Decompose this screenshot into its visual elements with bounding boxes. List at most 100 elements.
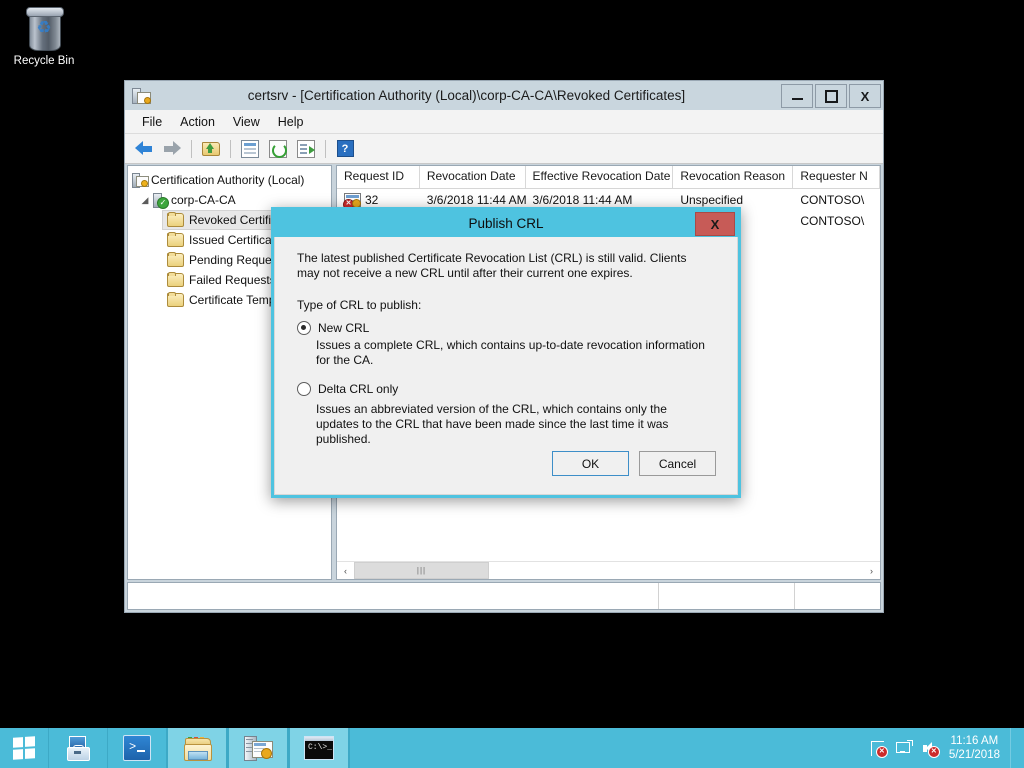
column-header-revocation-date[interactable]: Revocation Date	[420, 166, 526, 188]
forward-icon	[163, 141, 181, 156]
cell-revocation-date: 3/6/2018 11:44 AM	[426, 192, 526, 207]
taskbar: > C:\>_ ✕ ✕ 11:16 AM 5/21/2018	[0, 728, 1024, 768]
scroll-right-icon[interactable]: ›	[863, 562, 880, 579]
cell-request-id: ✕ 32	[337, 192, 420, 207]
forward-button[interactable]	[159, 137, 185, 161]
dialog-message: The latest published Certificate Revocat…	[297, 251, 687, 280]
radio-new-crl-label: New CRL	[318, 321, 370, 335]
ok-button[interactable]: OK	[552, 451, 629, 476]
close-icon: X	[710, 216, 720, 232]
recycle-bin-icon: ♻	[22, 6, 66, 52]
toolbar: ?	[125, 134, 883, 164]
dialog-title: Publish CRL	[468, 216, 544, 231]
volume-muted-icon[interactable]: ✕	[922, 740, 940, 758]
powershell-icon: >	[123, 735, 151, 761]
show-desktop-button[interactable]	[1010, 728, 1018, 768]
export-list-icon	[297, 139, 315, 158]
dialog-close-button[interactable]: X	[695, 212, 735, 236]
recycle-bin-label: Recycle Bin	[13, 55, 75, 67]
tree-item-label: Certification Authority (Local)	[151, 173, 305, 187]
taskbar-clock[interactable]: 11:16 AM 5/21/2018	[949, 734, 1000, 762]
column-header-effective-revocation-date[interactable]: Effective Revocation Date	[526, 166, 674, 188]
menu-view[interactable]: View	[224, 112, 269, 132]
status-pane-1	[128, 583, 659, 609]
menu-file[interactable]: File	[133, 112, 171, 132]
back-icon	[135, 141, 153, 156]
properties-button[interactable]	[237, 137, 263, 161]
scrollbar-thumb[interactable]: |||	[354, 562, 489, 579]
start-button[interactable]	[0, 728, 48, 768]
column-header-revocation-reason[interactable]: Revocation Reason	[673, 166, 794, 188]
screen: ♻ Recycle Bin certsrv - [Certification A…	[0, 0, 1024, 768]
radio-new-crl[interactable]: New CRL	[297, 321, 715, 335]
certification-authority-icon	[244, 736, 273, 761]
cell-requester-name: CONTOSO\	[800, 192, 865, 207]
taskbar-powershell[interactable]: >	[108, 728, 166, 768]
revoked-certificate-icon: ✕	[343, 192, 361, 207]
cancel-button[interactable]: Cancel	[639, 451, 716, 476]
tree-item-label: Failed Requests	[189, 273, 276, 287]
file-explorer-icon	[183, 736, 212, 761]
server-manager-icon	[65, 735, 92, 761]
back-button[interactable]	[131, 137, 157, 161]
scrollbar-track[interactable]: |||	[354, 562, 863, 579]
dialog-buttons: OK Cancel	[552, 451, 716, 476]
menu-action[interactable]: Action	[171, 112, 224, 132]
column-header-request-id[interactable]: Request ID	[337, 166, 420, 188]
tree-item-ca-root[interactable]: Certification Authority (Local)	[128, 170, 331, 190]
minimize-button[interactable]	[781, 84, 813, 108]
close-icon: X	[860, 88, 870, 104]
help-icon: ?	[336, 140, 354, 157]
radio-button-icon[interactable]	[297, 321, 311, 335]
window-titlebar[interactable]: certsrv - [Certification Authority (Loca…	[125, 81, 883, 110]
chevron-down-icon[interactable]: ◢	[138, 195, 152, 206]
certification-authority-icon	[132, 87, 151, 105]
taskbar-server-manager[interactable]	[49, 728, 107, 768]
radio-new-crl-description: Issues a complete CRL, which contains up…	[316, 338, 705, 367]
desktop-icon-recycle-bin[interactable]: ♻ Recycle Bin	[6, 6, 82, 68]
list-header: Request ID Revocation Date Effective Rev…	[337, 166, 880, 189]
taskbar-certsrv[interactable]	[228, 728, 288, 768]
up-one-level-button[interactable]	[198, 137, 224, 161]
status-bar	[127, 582, 881, 610]
maximize-button[interactable]	[815, 84, 847, 108]
cell-revocation-reason: Unspecified	[680, 192, 744, 207]
menu-help[interactable]: Help	[269, 112, 313, 132]
window-title: certsrv - [Certification Authority (Loca…	[247, 88, 686, 103]
network-icon[interactable]	[895, 739, 913, 757]
action-center-icon[interactable]: ✕	[870, 740, 888, 758]
taskbar-separator	[349, 728, 350, 768]
windows-logo-icon	[13, 736, 35, 760]
scroll-left-icon[interactable]: ‹	[337, 562, 354, 579]
cell-requester-name: CONTOSO\	[800, 213, 865, 228]
radio-button-icon[interactable]	[297, 382, 311, 396]
taskbar-command-prompt[interactable]: C:\>_	[289, 728, 349, 768]
crl-type-group-label: Type of CRL to publish:	[297, 298, 422, 312]
column-header-requester-name[interactable]: Requester N	[793, 166, 880, 188]
folder-icon	[167, 272, 184, 287]
radio-delta-crl-only[interactable]: Delta CRL only	[297, 382, 715, 396]
radio-delta-crl-description: Issues an abbreviated version of the CRL…	[316, 402, 669, 446]
system-tray: ✕ ✕ 11:16 AM 5/21/2018	[870, 728, 1024, 768]
publish-crl-dialog: Publish CRL X The latest published Certi…	[271, 207, 741, 498]
refresh-button[interactable]	[265, 137, 291, 161]
radio-delta-crl-label: Delta CRL only	[318, 382, 399, 396]
horizontal-scrollbar[interactable]: ‹ ||| ›	[337, 561, 880, 579]
desktop-background: ♻ Recycle Bin certsrv - [Certification A…	[0, 0, 1024, 728]
export-list-button[interactable]	[293, 137, 319, 161]
scrollbar-grip: |||	[416, 566, 427, 575]
minimize-icon	[791, 97, 803, 100]
menu-bar: File Action View Help	[125, 110, 883, 134]
taskbar-file-explorer[interactable]	[167, 728, 227, 768]
status-pane-3	[795, 583, 880, 609]
folder-icon	[167, 232, 184, 247]
cell-text: 32	[365, 192, 379, 207]
close-button[interactable]: X	[849, 84, 881, 108]
help-button[interactable]: ?	[332, 137, 358, 161]
dialog-titlebar[interactable]: Publish CRL X	[274, 210, 738, 237]
window-controls: X	[781, 84, 881, 108]
properties-icon	[241, 139, 259, 158]
tree-item-label: corp-CA-CA	[171, 193, 236, 207]
up-one-level-icon	[202, 141, 220, 156]
ca-server-icon: ✓	[152, 193, 169, 209]
